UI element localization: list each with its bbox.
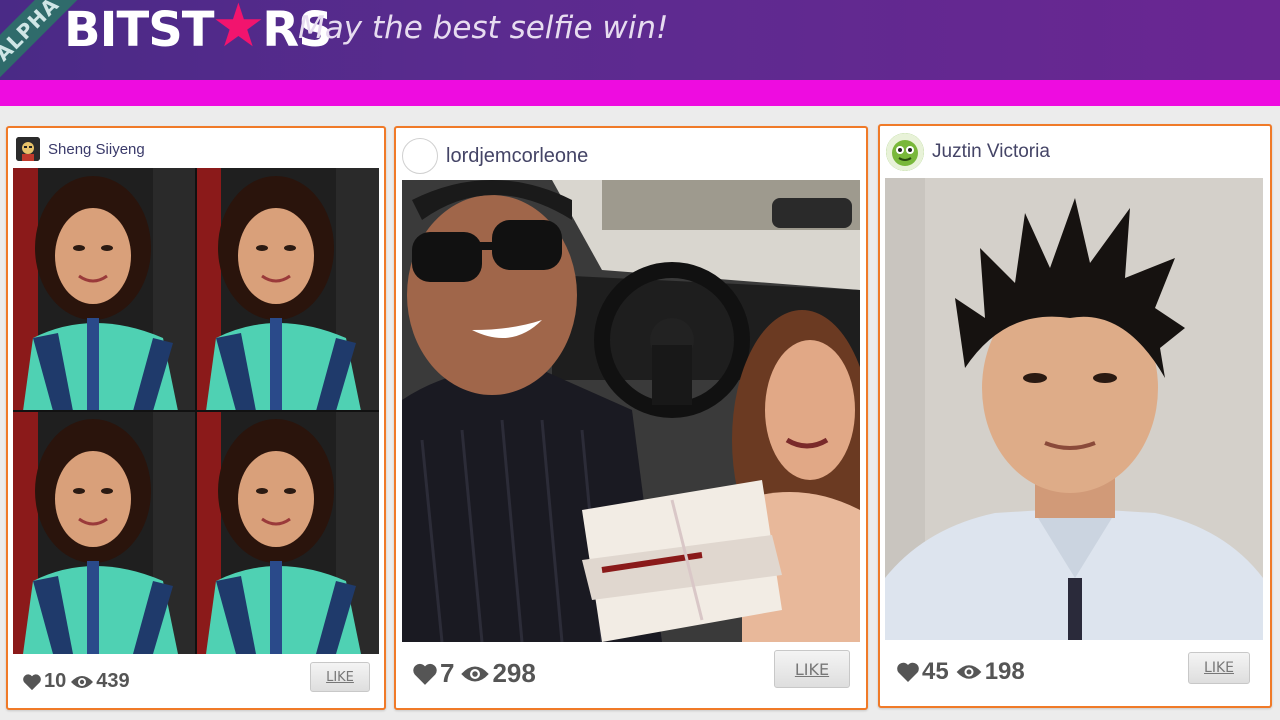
site-logo[interactable]: BITST ★ RS <box>64 0 333 61</box>
site-header: ALPHA BITST ★ RS May the best selfie win… <box>0 0 1280 80</box>
like-button[interactable]: LIKE <box>1188 652 1250 684</box>
selfie-card: lordjemcorleone 7 298 LIKE <box>394 126 868 710</box>
car-selfie-image <box>402 180 860 642</box>
empty-avatar-icon <box>402 138 438 174</box>
view-count: 439 <box>96 670 130 692</box>
like-button[interactable]: LIKE <box>774 650 850 688</box>
selfie-collage-image <box>13 168 379 654</box>
username[interactable]: Juztin Victoria <box>932 141 1050 163</box>
eye-icon <box>956 665 982 679</box>
eye-icon <box>461 666 490 681</box>
selfie-photo[interactable] <box>13 168 379 654</box>
heart-icon <box>413 663 437 685</box>
selfie-photo[interactable] <box>402 180 860 642</box>
selfie-photo[interactable] <box>885 178 1263 640</box>
like-count: 7 <box>440 658 455 688</box>
like-count: 10 <box>44 670 67 692</box>
like-button[interactable]: LIKE <box>310 662 370 692</box>
logo-text-left: BITST <box>64 2 214 58</box>
site-tagline: May the best selfie win! <box>298 10 669 46</box>
card-stats: 10 439 <box>22 670 130 693</box>
username[interactable]: lordjemcorleone <box>446 145 588 168</box>
selfie-card: Juztin Victoria 45 198 LIKE <box>878 124 1272 708</box>
view-count: 198 <box>984 658 1025 685</box>
logo-star-icon: ★ <box>211 0 266 61</box>
user-avatar-icon <box>886 133 924 171</box>
portrait-selfie-image <box>885 178 1263 640</box>
user-avatar-icon <box>16 137 40 161</box>
card-user[interactable]: Sheng Siiyeng <box>16 134 145 164</box>
heart-icon <box>23 673 41 690</box>
card-user[interactable]: Juztin Victoria <box>886 132 1050 172</box>
selfie-card: Sheng Siiyeng 10 439 LIKE <box>6 126 386 710</box>
eye-icon <box>71 675 94 688</box>
like-count: 45 <box>922 658 949 685</box>
heart-icon <box>897 662 919 682</box>
card-user[interactable]: lordjemcorleone <box>402 136 588 176</box>
view-count: 298 <box>492 658 536 688</box>
card-stats: 7 298 <box>412 658 536 689</box>
header-accent-bar <box>0 80 1280 106</box>
card-stats: 45 198 <box>896 658 1025 686</box>
username[interactable]: Sheng Siiyeng <box>48 141 145 158</box>
